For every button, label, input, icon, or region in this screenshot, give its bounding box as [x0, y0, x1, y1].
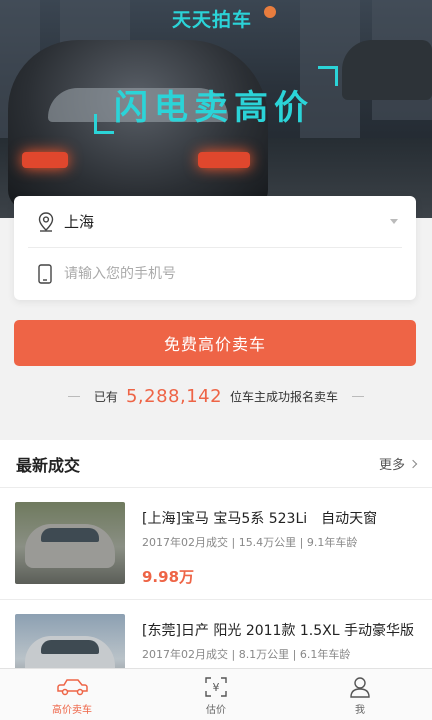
car-icon	[57, 679, 88, 696]
section-title: 最新成交	[16, 455, 81, 475]
deals-header: 最新成交 更多	[0, 440, 432, 488]
stats-suffix: 位车主成功报名卖车	[230, 389, 339, 404]
tab-me[interactable]: 我	[288, 669, 432, 720]
deal-car-name: [东莞]日产 阳光 2011款 1.5XL 手动豪华版	[142, 623, 415, 639]
frame-corner-icon	[318, 66, 338, 86]
latest-deals-section: 最新成交 更多 [上海]宝马 宝马5系 523Li 自动天窗 2017年02月成…	[0, 440, 432, 712]
tab-label: 估价	[206, 705, 226, 716]
tab-label: 我	[355, 705, 365, 716]
price-scan-icon: ¥	[205, 677, 227, 697]
location-pin-icon	[28, 211, 62, 232]
sell-form-card: 上海	[14, 196, 416, 300]
phone-input[interactable]	[62, 266, 402, 282]
more-label: 更多	[378, 458, 405, 473]
tail-light-right	[198, 152, 250, 168]
deal-meta: 2017年02月成交 | 8.1万公里 | 6.1年车龄	[142, 648, 351, 661]
hero-slogan: 闪电卖高价	[114, 88, 314, 128]
city-selector[interactable]: 上海	[28, 196, 402, 248]
phone-field-row	[28, 248, 402, 300]
brand-dot	[264, 6, 276, 18]
chevron-right-icon	[408, 459, 418, 468]
phone-icon	[28, 264, 62, 284]
tab-sell-car[interactable]: 高价卖车	[0, 669, 144, 720]
svg-text:¥: ¥	[213, 681, 220, 694]
frame-corner-icon	[94, 114, 114, 134]
tab-label: 高价卖车	[52, 705, 92, 716]
more-link[interactable]: 更多	[378, 454, 418, 473]
free-sell-button[interactable]: 免费高价卖车	[14, 320, 416, 366]
divider	[67, 395, 80, 397]
tail-light-left	[22, 152, 68, 168]
brand-logo-text: 天天拍车	[172, 9, 253, 31]
signup-stats: 已有 5,288,142 位车主成功报名卖车	[0, 384, 432, 408]
deal-meta: 2017年02月成交 | 15.4万公里 | 9.1年车龄	[142, 536, 358, 549]
bottom-tab-bar: 高价卖车 ¥ 估价 我	[0, 668, 432, 720]
dropdown-caret-icon	[390, 219, 398, 224]
stats-prefix: 已有	[93, 389, 118, 404]
stats-count: 5,288,142	[125, 385, 223, 407]
hero-banner: 天天拍车 闪电卖高价	[0, 0, 432, 218]
city-value: 上海	[64, 213, 95, 231]
user-icon	[350, 677, 370, 698]
deal-list-item[interactable]: [上海]宝马 宝马5系 523Li 自动天窗 2017年02月成交 | 15.4…	[0, 488, 432, 600]
tab-valuation[interactable]: ¥ 估价	[144, 669, 288, 720]
car-thumbnail	[15, 502, 125, 584]
deal-car-name: [上海]宝马 宝马5系 523Li 自动天窗	[142, 511, 378, 527]
divider	[352, 395, 365, 397]
background-car	[342, 40, 432, 100]
deal-price: 9.98万	[142, 568, 195, 586]
